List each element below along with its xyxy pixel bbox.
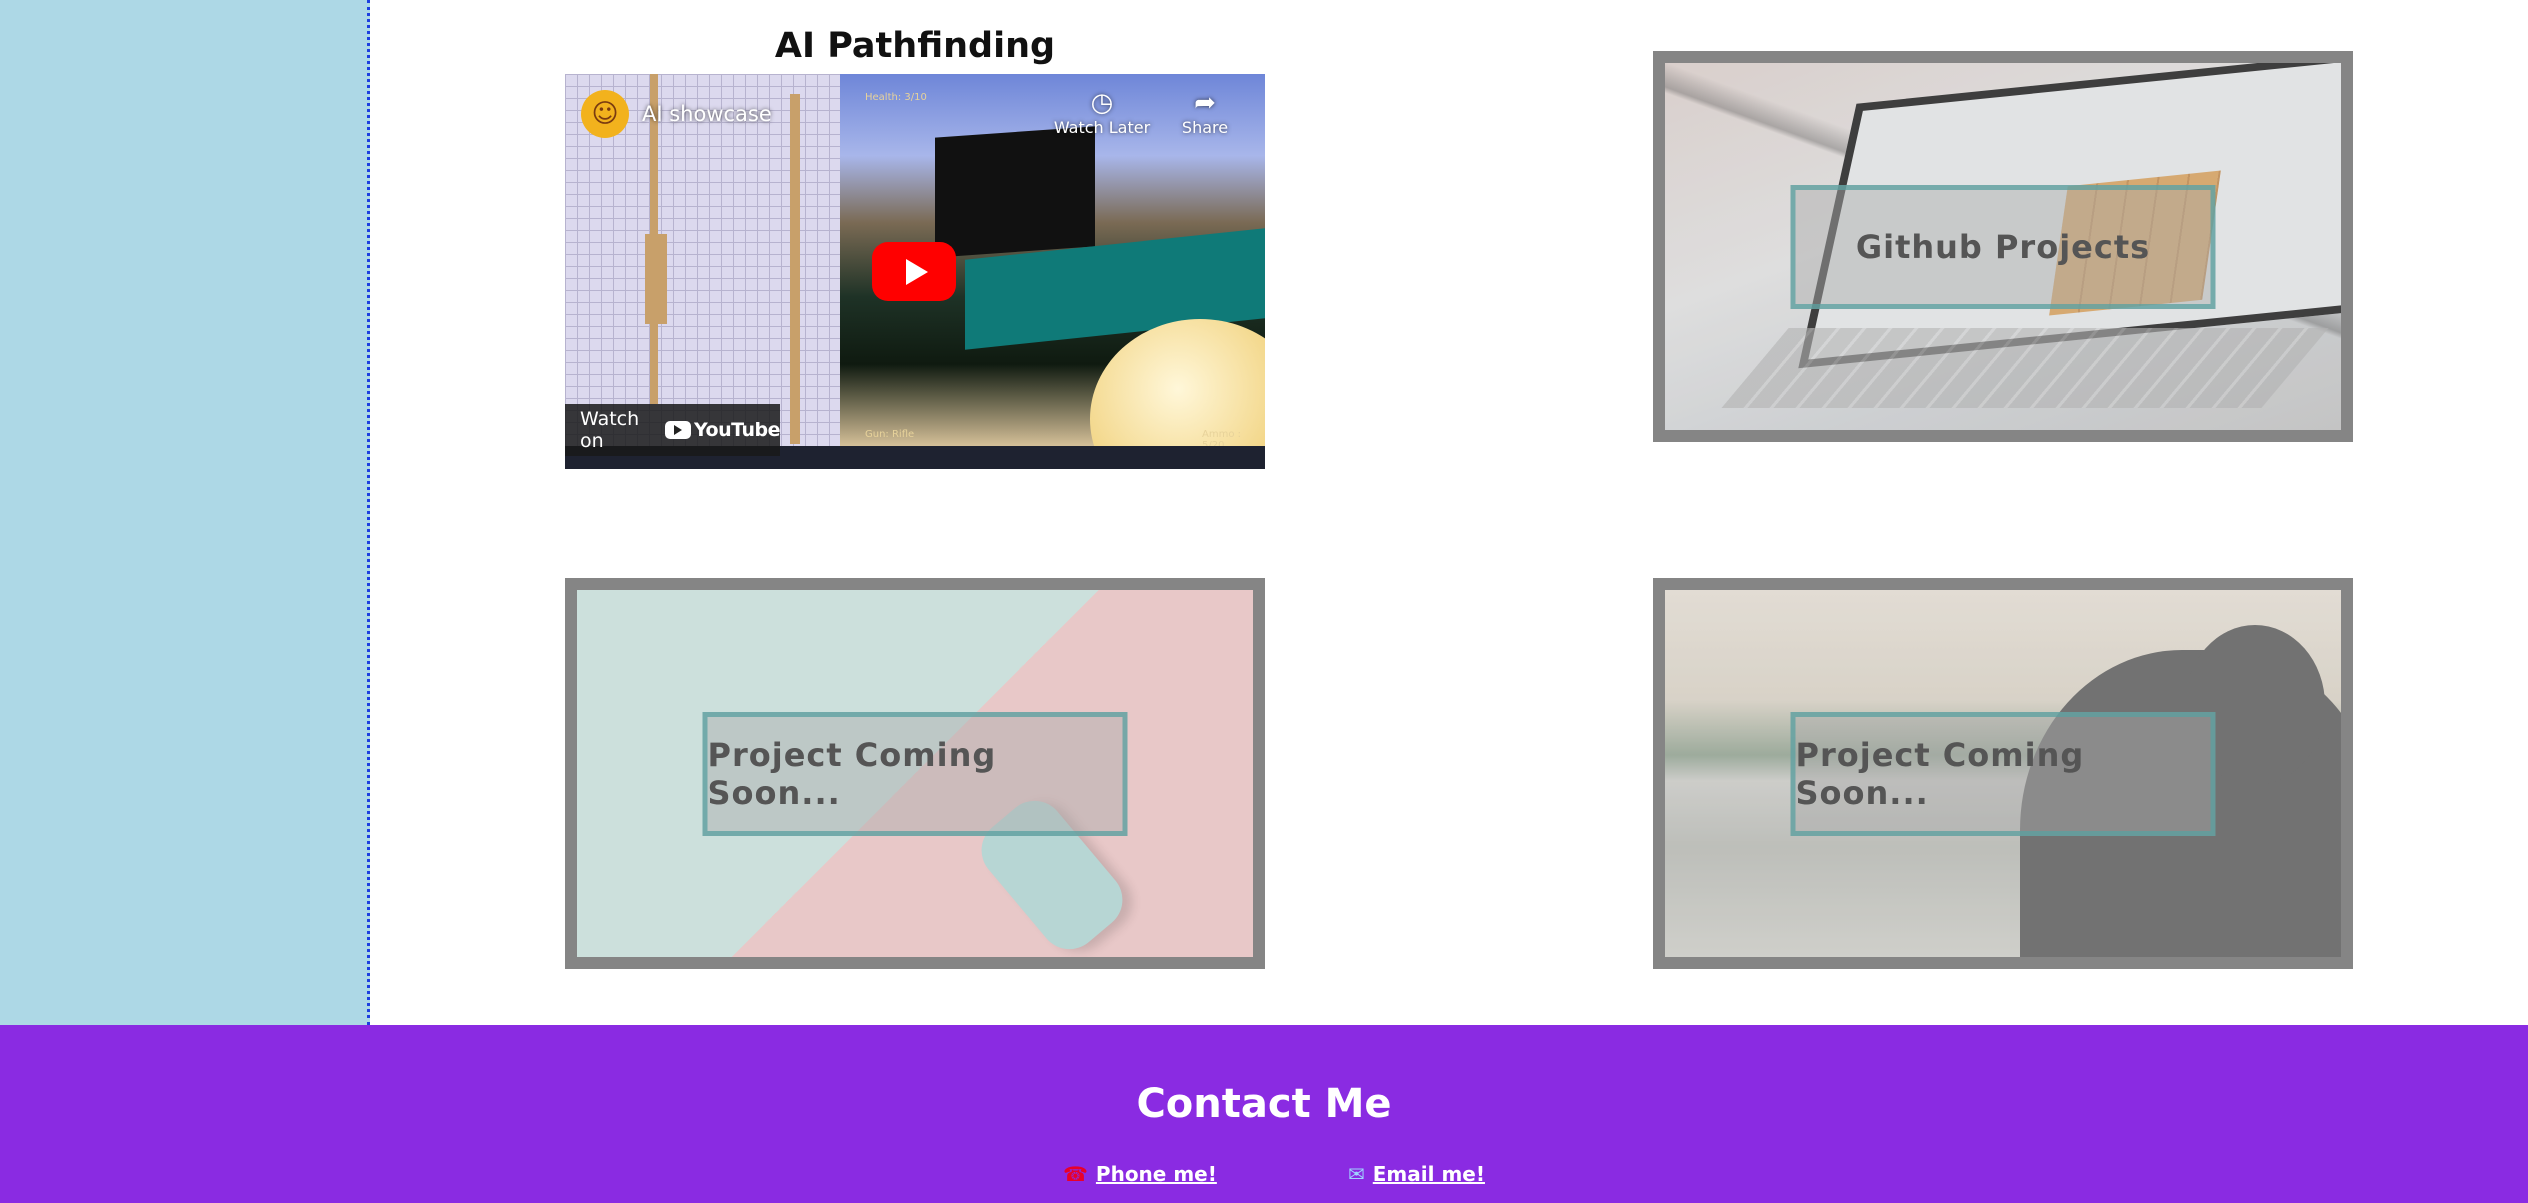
map-wall <box>645 234 667 324</box>
watch-later-button[interactable]: ◷ Watch Later <box>1052 88 1152 137</box>
card-label: Project Coming Soon... <box>1795 735 2085 812</box>
share-label: Share <box>1181 118 1229 137</box>
contact-footer: Contact Me ☎ Phone me! ✉ Email me! <box>0 1025 2528 1203</box>
watch-later-label: Watch Later <box>1053 118 1151 137</box>
card-label: Project Coming Soon... <box>707 735 997 812</box>
play-button[interactable] <box>872 242 956 301</box>
channel-avatar[interactable]: ☺ <box>581 90 629 138</box>
game-block <box>935 126 1095 258</box>
card-label: Github Projects <box>1855 227 2151 266</box>
play-icon <box>905 258 928 285</box>
card-label-box: Github Projects <box>1790 184 2216 309</box>
contact-heading: Contact Me <box>1136 1081 1392 1127</box>
video-title[interactable]: AI showcase <box>642 102 772 126</box>
clock-icon: ◷ <box>1090 88 1114 118</box>
coming-soon-card-2[interactable]: Project Coming Soon... <box>1653 578 2353 969</box>
email-icon: ✉ <box>1348 1162 1365 1186</box>
sidebar <box>0 0 370 1025</box>
hud-health: Health: 3/10 <box>865 92 927 103</box>
youtube-logo-label: YouTube <box>694 419 780 441</box>
share-button[interactable]: ➦ Share <box>1155 88 1255 137</box>
email-link[interactable]: ✉ Email me! <box>1348 1162 1485 1186</box>
project-title-ai-pathfinding: AI Pathfinding <box>774 26 1056 66</box>
hud-gun: Gun: Rifle <box>865 429 915 440</box>
coming-soon-card-1[interactable]: Project Coming Soon... <box>565 578 1265 969</box>
card-label-box: Project Coming Soon... <box>1790 711 2216 836</box>
phone-icon: ☎ <box>1063 1162 1088 1186</box>
phone-link[interactable]: ☎ Phone me! <box>1063 1162 1217 1186</box>
email-link-label: Email me! <box>1372 1162 1485 1186</box>
phone-link-label: Phone me! <box>1095 1162 1217 1186</box>
github-projects-card[interactable]: Github Projects <box>1653 51 2353 442</box>
map-wall <box>790 94 800 444</box>
youtube-video-embed[interactable]: Health: 3/10 Gun: Rifle Ammo : 5/20 ☺ AI… <box>565 74 1265 469</box>
watch-on-label: Watch on <box>580 408 640 452</box>
watch-on-youtube-button[interactable]: Watch on YouTube <box>565 404 780 456</box>
youtube-play-icon <box>665 421 692 439</box>
card-label-box: Project Coming Soon... <box>702 711 1128 836</box>
share-icon: ➦ <box>1194 88 1216 118</box>
youtube-logo: YouTube <box>665 419 780 441</box>
